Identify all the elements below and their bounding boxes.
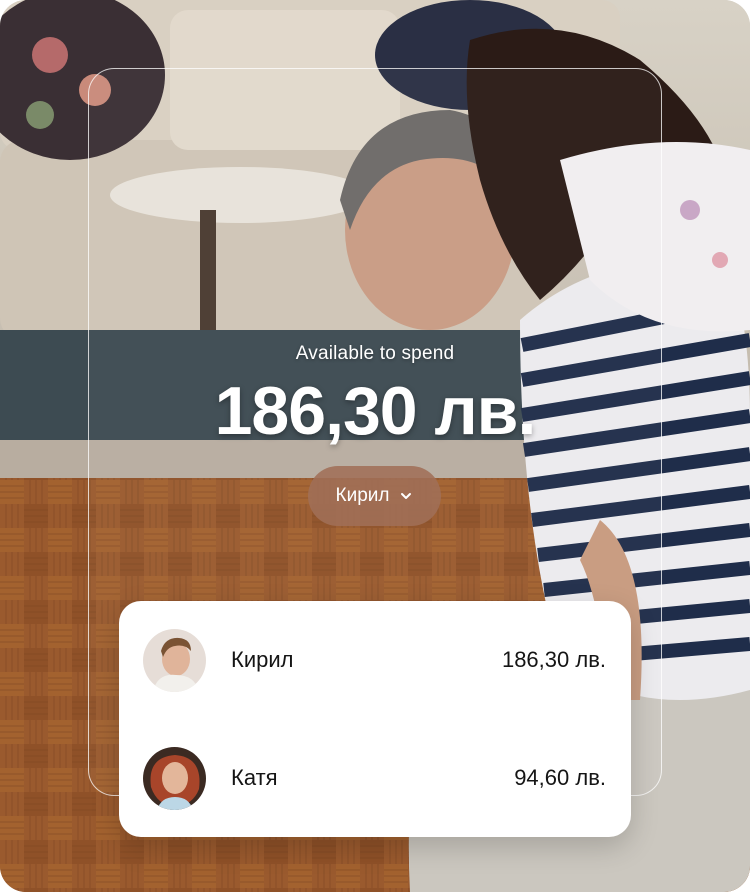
account-name: Катя	[231, 765, 278, 790]
chevron-down-icon	[401, 493, 412, 499]
available-label: Available to spend	[295, 343, 455, 364]
account-selector-button[interactable]: Кирил	[308, 466, 441, 526]
selected-account-label: Кирил	[335, 485, 390, 506]
avatar-katya	[143, 747, 206, 810]
account-amount: 94,60 лв.	[514, 765, 606, 790]
account-name: Кирил	[231, 647, 294, 672]
account-amount: 186,30 лв.	[501, 647, 606, 672]
avatar-kiril	[143, 629, 206, 692]
account-row-katya[interactable]: Катя 94,60 лв.	[119, 719, 631, 837]
accounts-card: Кирил 186,30 лв. Катя 94,60 лв.	[119, 601, 631, 837]
account-row-kiril[interactable]: Кирил 186,30 лв.	[119, 601, 631, 719]
balance-amount: 186,30 лв.	[214, 373, 537, 449]
